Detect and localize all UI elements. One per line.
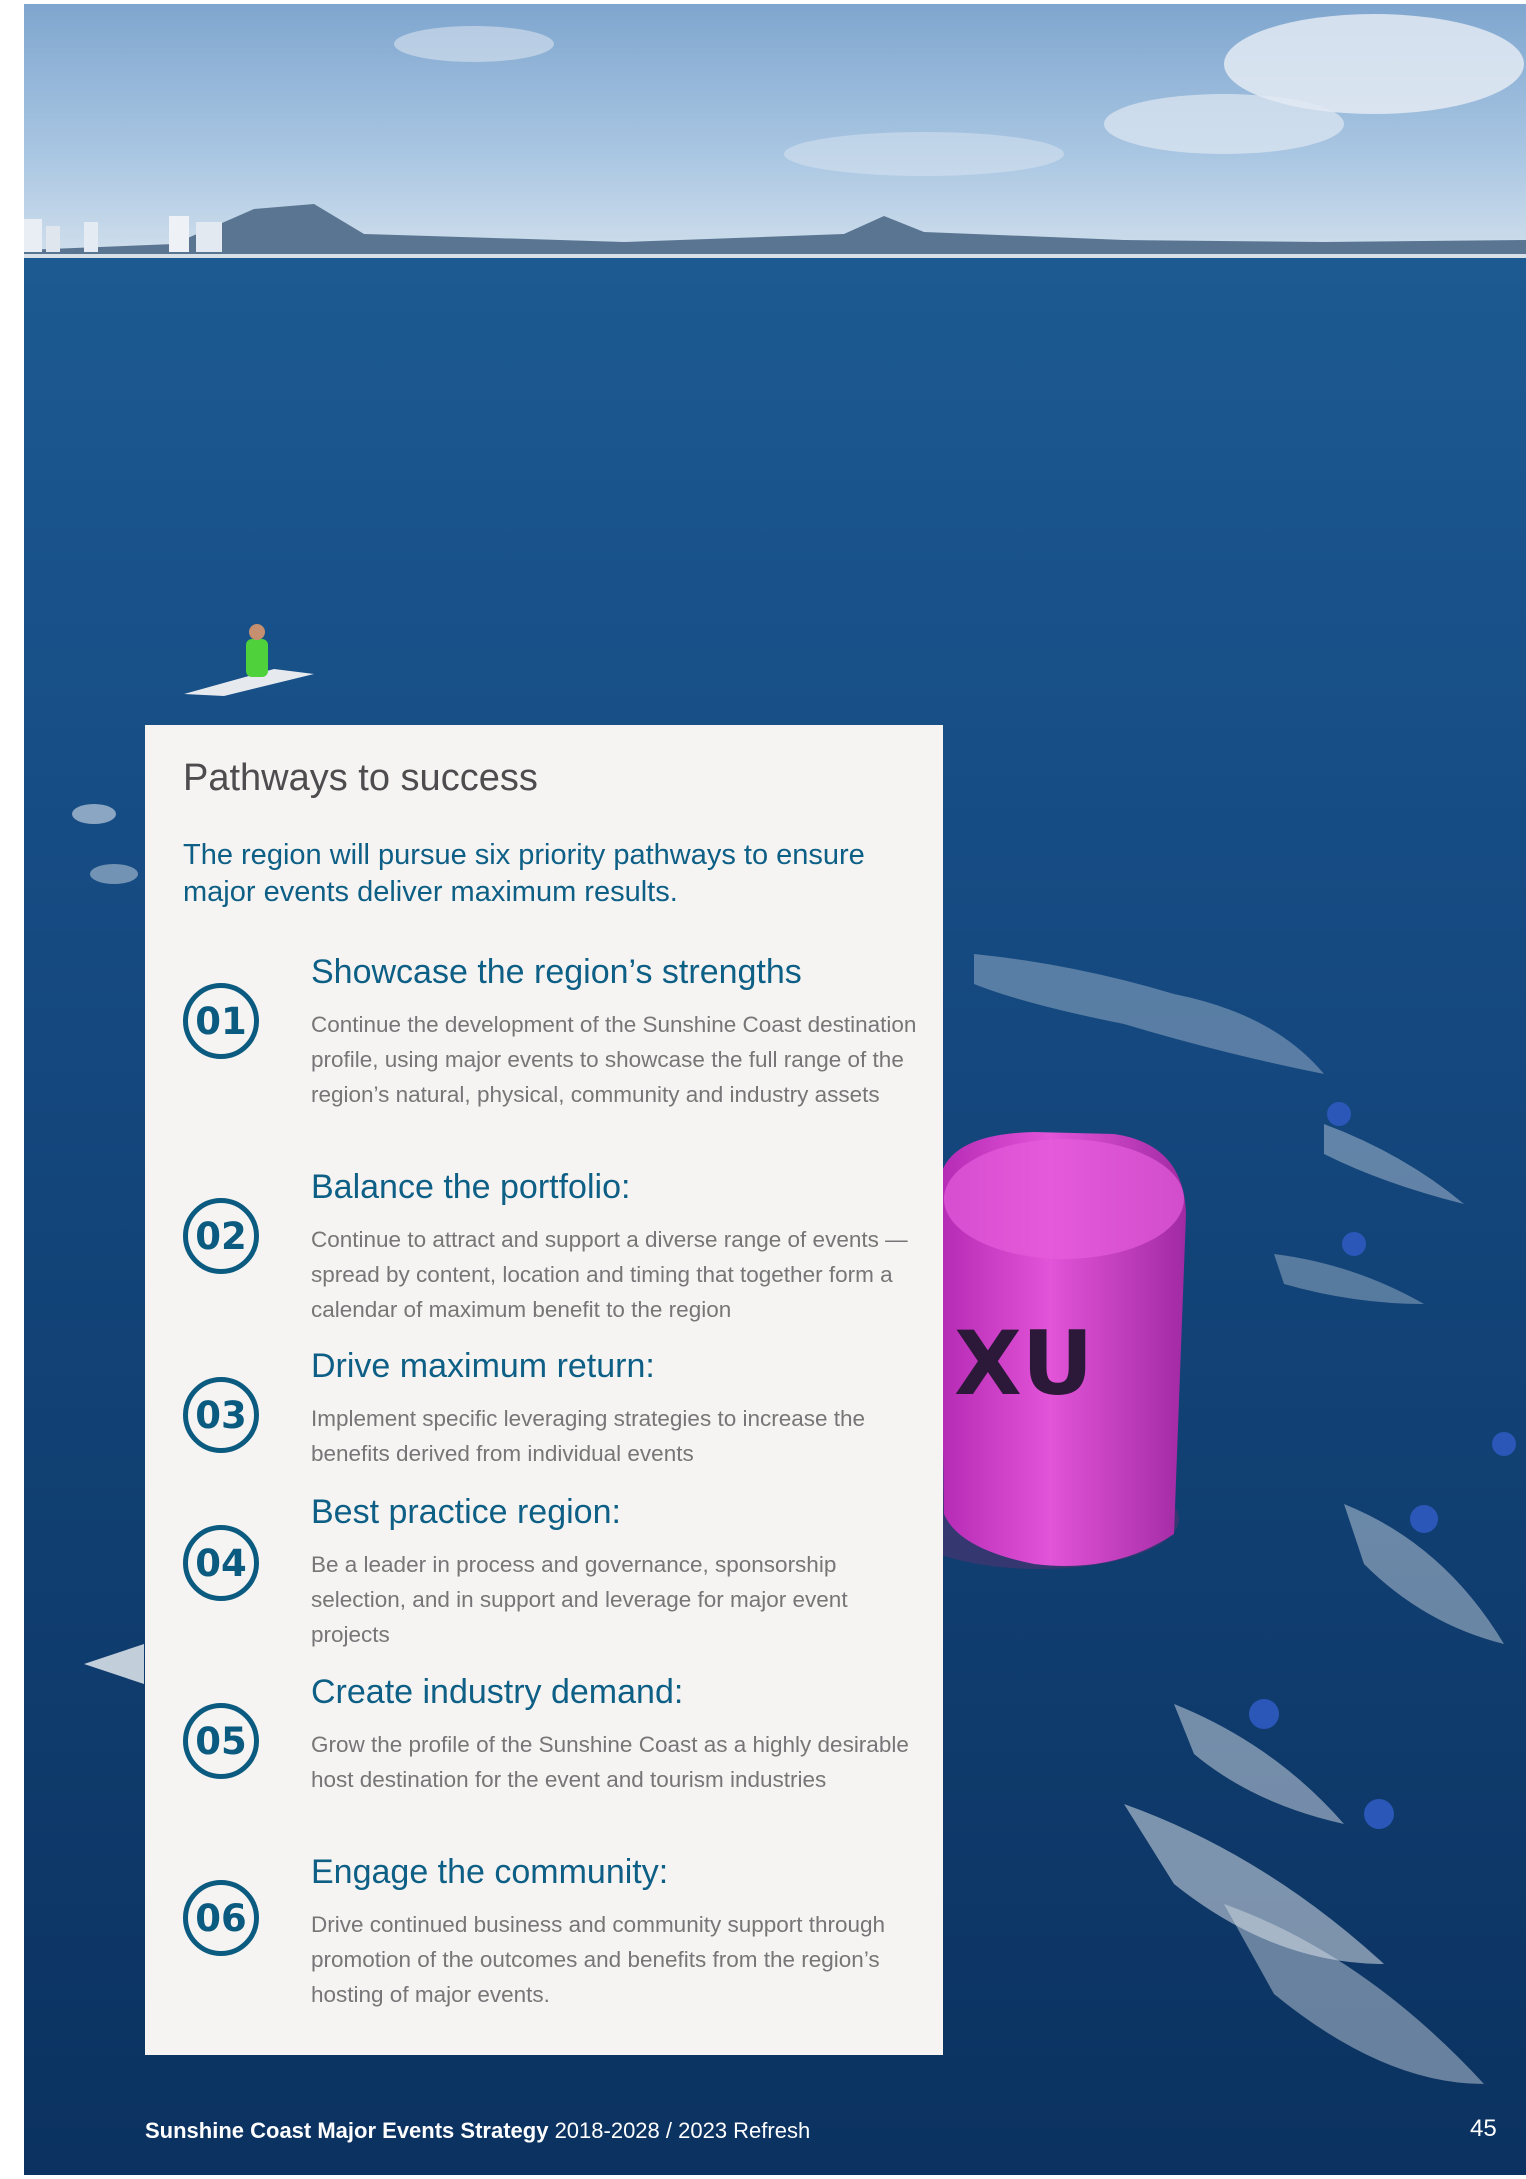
pathway-title: Showcase the region’s strengths	[311, 953, 802, 991]
footer-title: Sunshine Coast Major Events Strategy	[145, 2118, 549, 2143]
pathway-title: Drive maximum return:	[311, 1347, 655, 1385]
pathway-title: Engage the community:	[311, 1853, 669, 1891]
pathway-title: Balance the portfolio:	[311, 1168, 631, 1206]
pathway-description: Drive continued business and community s…	[311, 1912, 886, 2007]
buoy-logo: XU	[954, 1312, 1093, 1415]
pathway-title: Best practice region:	[311, 1493, 621, 1531]
number-badge: 02	[183, 1198, 259, 1274]
footer-subtitle: 2018-2028 / 2023 Refresh	[554, 2118, 811, 2143]
pathways-panel: Pathways to success The region will purs…	[145, 725, 943, 2055]
pathway-description: Grow the profile of the Sunshine Coast a…	[311, 1732, 909, 1792]
pathway-title: Create industry demand:	[311, 1673, 684, 1711]
panel-intro: The region will pursue six priority path…	[183, 839, 865, 908]
number-badge: 06	[183, 1880, 259, 1956]
pathway-description: Implement specific leveraging strategies…	[311, 1406, 866, 1466]
number-badge: 05	[183, 1703, 259, 1779]
panel-title: Pathways to success	[183, 757, 538, 799]
number-badge: 03	[183, 1377, 259, 1453]
pathway-description: Be a leader in process and governance, s…	[311, 1552, 848, 1647]
pathway-description: Continue the development of the Sunshine…	[311, 1012, 917, 1107]
number-badge: 04	[183, 1525, 259, 1601]
footer: Sunshine Coast Major Events Strategy 201…	[145, 2118, 810, 2144]
page-number: 45	[1470, 2115, 1497, 2142]
number-badge: 01	[183, 983, 259, 1059]
pathway-description: Continue to attract and support a divers…	[311, 1227, 908, 1322]
